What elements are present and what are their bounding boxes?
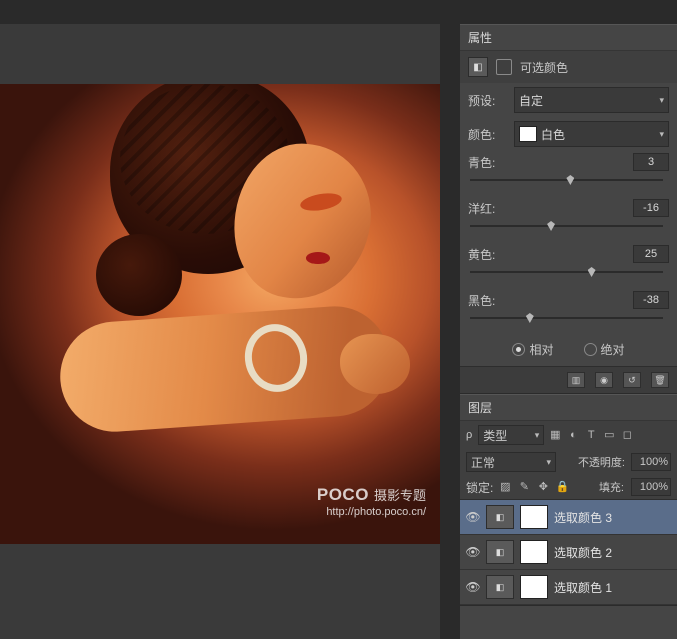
lock-transparent-icon[interactable]: ▨ xyxy=(498,480,512,494)
slider-magenta: 洋红: -16 xyxy=(460,197,677,243)
filter-adjust-icon[interactable]: ◐ xyxy=(566,428,580,442)
layer-row[interactable]: 👁 ◧ 选取颜色 3 xyxy=(460,500,677,535)
watermark-sub: 摄影专题 xyxy=(374,488,426,503)
lock-image-icon[interactable]: ✎ xyxy=(517,480,531,494)
layer-row[interactable]: 👁 ◧ 选取颜色 2 xyxy=(460,535,677,570)
slider-label: 青色: xyxy=(468,154,495,171)
slider-thumb[interactable] xyxy=(588,267,596,277)
layers-panel: 图层 ρ 类型▾ ▦ ◐ T ▭ ◻ 正常▾ 不透明度: 100% 锁定: ▨ … xyxy=(460,394,677,606)
slider-thumb[interactable] xyxy=(566,175,574,185)
filter-type-icon[interactable]: T xyxy=(584,428,598,442)
slider-value-input[interactable]: -16 xyxy=(633,199,669,217)
visibility-icon[interactable]: 👁 xyxy=(466,545,480,559)
layer-name[interactable]: 选取颜色 1 xyxy=(554,579,612,596)
opacity-label: 不透明度: xyxy=(578,454,625,470)
photo-lips xyxy=(306,252,330,264)
radio-on-icon xyxy=(512,343,525,356)
mask-link-icon[interactable] xyxy=(496,59,512,75)
color-select[interactable]: 白色 ▾ xyxy=(514,121,669,147)
layer-mask-thumb[interactable] xyxy=(520,575,548,599)
adjustment-label: 可选颜色 xyxy=(520,59,568,76)
layer-mask-thumb[interactable] xyxy=(520,505,548,529)
chevron-down-icon: ▾ xyxy=(659,95,664,106)
photo-hair-bun xyxy=(96,234,182,316)
layer-name[interactable]: 选取颜色 2 xyxy=(554,544,612,561)
mode-relative[interactable]: 相对 xyxy=(512,341,553,358)
panels-column: 属性 ◧ 可选颜色 预设: 自定 ▾ 颜色: 白色 ▾ 青色: 3 xyxy=(460,24,677,639)
color-swatch xyxy=(519,126,537,142)
fill-label: 填充: xyxy=(599,479,624,495)
slider-label: 黑色: xyxy=(468,292,495,309)
filter-shape-icon[interactable]: ▭ xyxy=(602,428,616,442)
layer-mask-thumb[interactable] xyxy=(520,540,548,564)
slider-cyan: 青色: 3 xyxy=(460,151,677,197)
clip-to-layer-icon[interactable]: ▥ xyxy=(567,372,585,388)
adjustment-thumb-icon: ◧ xyxy=(486,575,514,599)
adjustment-thumb-icon: ◧ xyxy=(486,540,514,564)
filter-smart-icon[interactable]: ◻ xyxy=(620,428,634,442)
fill-input[interactable]: 100% xyxy=(631,478,671,496)
layer-name[interactable]: 选取颜色 3 xyxy=(554,509,612,526)
lock-all-icon[interactable]: 🔒 xyxy=(555,480,569,494)
slider-track[interactable] xyxy=(470,173,663,187)
properties-footer: ▥ ◉ ↺ 🗑 xyxy=(460,366,677,393)
slider-yellow: 黄色: 25 xyxy=(460,243,677,289)
layer-row[interactable]: 👁 ◧ 选取颜色 1 xyxy=(460,570,677,605)
watermark-url: http://photo.poco.cn/ xyxy=(317,505,426,520)
visibility-icon[interactable]: 👁 xyxy=(466,510,480,524)
slider-track[interactable] xyxy=(470,265,663,279)
color-value: 白色 xyxy=(541,126,565,143)
slider-black: 黑色: -38 xyxy=(460,289,677,335)
preset-select[interactable]: 自定 ▾ xyxy=(514,87,669,113)
image-preview: POCO 摄影专题 http://photo.poco.cn/ xyxy=(0,84,440,544)
chevron-down-icon: ▾ xyxy=(535,430,540,441)
document-canvas[interactable]: POCO 摄影专题 http://photo.poco.cn/ xyxy=(0,24,440,639)
preset-value: 自定 xyxy=(519,92,543,109)
adjustment-icon[interactable]: ◧ xyxy=(468,57,488,77)
slider-label: 洋红: xyxy=(468,200,495,217)
filter-pixel-icon[interactable]: ▦ xyxy=(548,428,562,442)
slider-value-input[interactable]: -38 xyxy=(633,291,669,309)
filter-kind-select[interactable]: 类型▾ xyxy=(478,425,544,445)
photo-hand xyxy=(340,334,410,394)
chevron-down-icon: ▾ xyxy=(546,457,551,468)
properties-panel: 属性 ◧ 可选颜色 预设: 自定 ▾ 颜色: 白色 ▾ 青色: 3 xyxy=(460,24,677,394)
visibility-icon[interactable]: 👁 xyxy=(466,580,480,594)
mode-radio-group: 相对 绝对 xyxy=(460,335,677,366)
trash-icon[interactable]: 🗑 xyxy=(651,372,669,388)
radio-off-icon xyxy=(584,343,597,356)
watermark-brand: POCO xyxy=(317,485,369,504)
view-previous-icon[interactable]: ◉ xyxy=(595,372,613,388)
opacity-input[interactable]: 100% xyxy=(631,453,671,471)
lock-position-icon[interactable]: ✥ xyxy=(536,480,550,494)
slider-label: 黄色: xyxy=(468,246,495,263)
watermark: POCO 摄影专题 http://photo.poco.cn/ xyxy=(317,487,426,520)
reset-icon[interactable]: ↺ xyxy=(623,372,641,388)
slider-thumb[interactable] xyxy=(547,221,555,231)
blend-mode-select[interactable]: 正常▾ xyxy=(466,452,556,472)
slider-value-input[interactable]: 3 xyxy=(633,153,669,171)
lock-label: 锁定: xyxy=(466,479,493,496)
chevron-down-icon: ▾ xyxy=(659,129,664,140)
slider-track[interactable] xyxy=(470,311,663,325)
slider-thumb[interactable] xyxy=(526,313,534,323)
adjustment-thumb-icon: ◧ xyxy=(486,505,514,529)
properties-title: 属性 xyxy=(460,24,677,51)
mode-absolute[interactable]: 绝对 xyxy=(584,341,625,358)
slider-value-input[interactable]: 25 xyxy=(633,245,669,263)
slider-track[interactable] xyxy=(470,219,663,233)
color-label: 颜色: xyxy=(468,126,508,143)
layers-title: 图层 xyxy=(460,394,677,421)
preset-label: 预设: xyxy=(468,92,508,109)
